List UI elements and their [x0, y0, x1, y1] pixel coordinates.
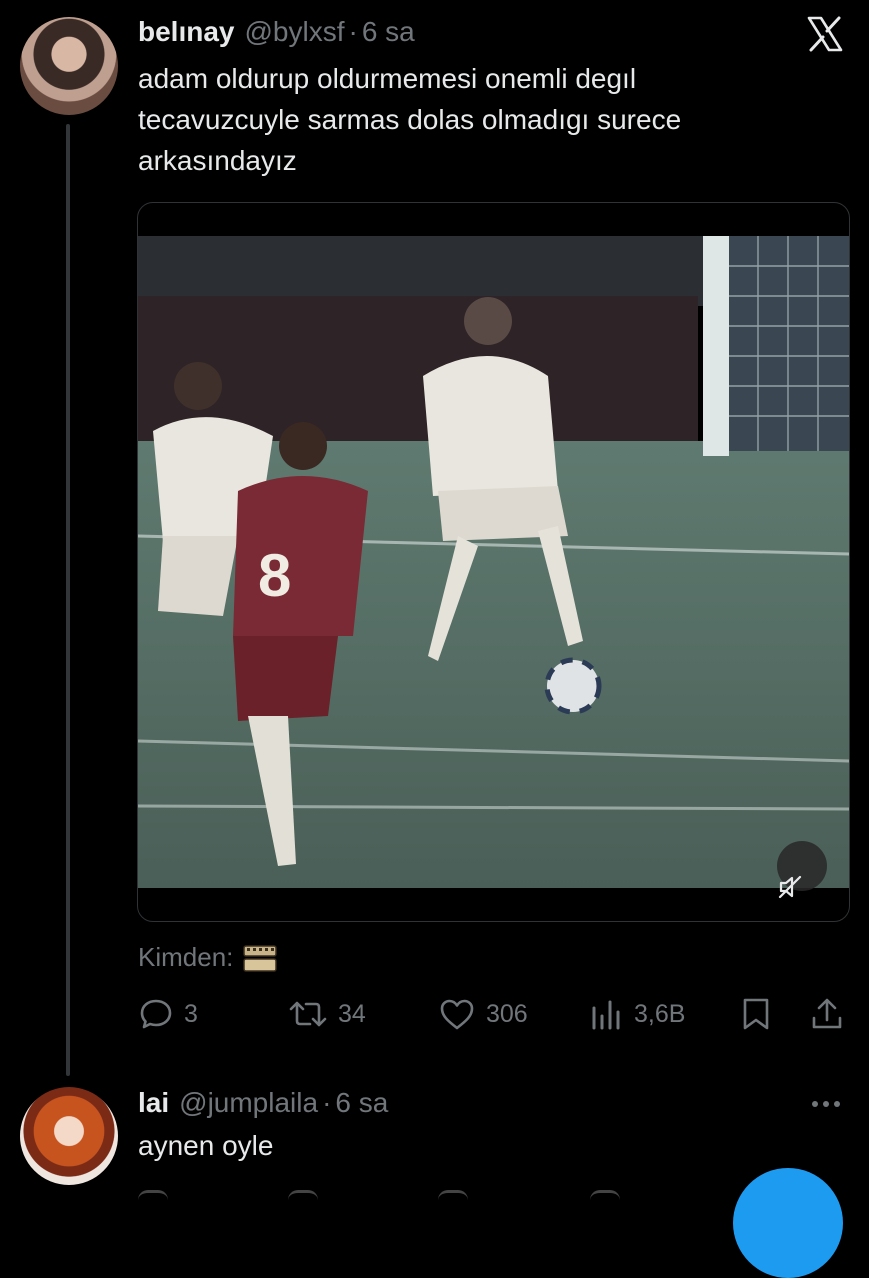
comment-icon: [140, 999, 172, 1029]
compose-button[interactable]: [733, 1168, 843, 1278]
tweet-actions: 3 34 306 3,6B: [138, 994, 848, 1034]
comment-icon[interactable]: [138, 1190, 168, 1213]
reply-button[interactable]: 3: [138, 994, 198, 1034]
share-button[interactable]: [810, 994, 844, 1034]
reply-header: lai @jumplaila · 6 sa: [138, 1087, 388, 1119]
like-count: 306: [486, 999, 528, 1028]
avatar[interactable]: [20, 1087, 118, 1185]
bookmark-button[interactable]: [740, 994, 772, 1034]
more-dots-icon[interactable]: [809, 1092, 843, 1116]
video-player[interactable]: 8: [137, 202, 850, 922]
bookmark-icon: [743, 998, 769, 1030]
tweet-header: belınay @bylxsf · 6 sa: [138, 16, 415, 48]
repost-icon[interactable]: [288, 1190, 318, 1213]
handle[interactable]: @bylxsf: [244, 16, 344, 48]
reply-count: 3: [184, 999, 198, 1028]
tweet-text-line: arkasındayız: [138, 145, 297, 176]
x-logo-icon: [807, 16, 843, 52]
views-icon: [592, 1000, 620, 1030]
volume-muted-icon: [778, 875, 802, 899]
avatar[interactable]: [20, 17, 118, 115]
handle[interactable]: @jumplaila: [179, 1087, 318, 1119]
from-row: Kimden:: [138, 942, 278, 973]
display-name[interactable]: belınay: [138, 16, 234, 48]
repost-button[interactable]: 34: [288, 994, 366, 1034]
share-icon: [812, 998, 842, 1029]
tweet-text: adam oldurup oldurmemesi onemli degıl te…: [138, 58, 818, 181]
repost-count: 34: [338, 999, 366, 1028]
views-icon[interactable]: [590, 1190, 620, 1213]
heart-icon[interactable]: [438, 1190, 468, 1213]
from-label: Kimden:: [138, 942, 234, 972]
timestamp[interactable]: 6 sa: [362, 16, 415, 48]
mute-button[interactable]: [777, 841, 827, 899]
repost-icon: [289, 1001, 327, 1027]
separator: ·: [322, 1087, 332, 1118]
reply-actions-partial: [138, 1190, 698, 1210]
like-button[interactable]: 306: [438, 994, 528, 1034]
video-frame: 8: [138, 236, 849, 888]
timestamp[interactable]: 6 sa: [335, 1087, 388, 1119]
heart-icon: [440, 999, 474, 1030]
tweet-text-line: tecavuzcuyle sarmas dolas olmadıgı surec…: [138, 104, 682, 135]
views-count: 3,6B: [634, 999, 686, 1028]
display-name[interactable]: lai: [138, 1087, 169, 1119]
views-button[interactable]: 3,6B: [590, 994, 685, 1034]
separator: ·: [348, 16, 358, 47]
reply-text: aynen oyle: [138, 1130, 274, 1161]
film-strip-icon: [243, 944, 278, 972]
player-number: 8: [258, 542, 291, 609]
tweet-text-line: adam oldurup oldurmemesi onemli degıl: [138, 63, 637, 94]
thread-connector-line: [66, 124, 70, 1076]
